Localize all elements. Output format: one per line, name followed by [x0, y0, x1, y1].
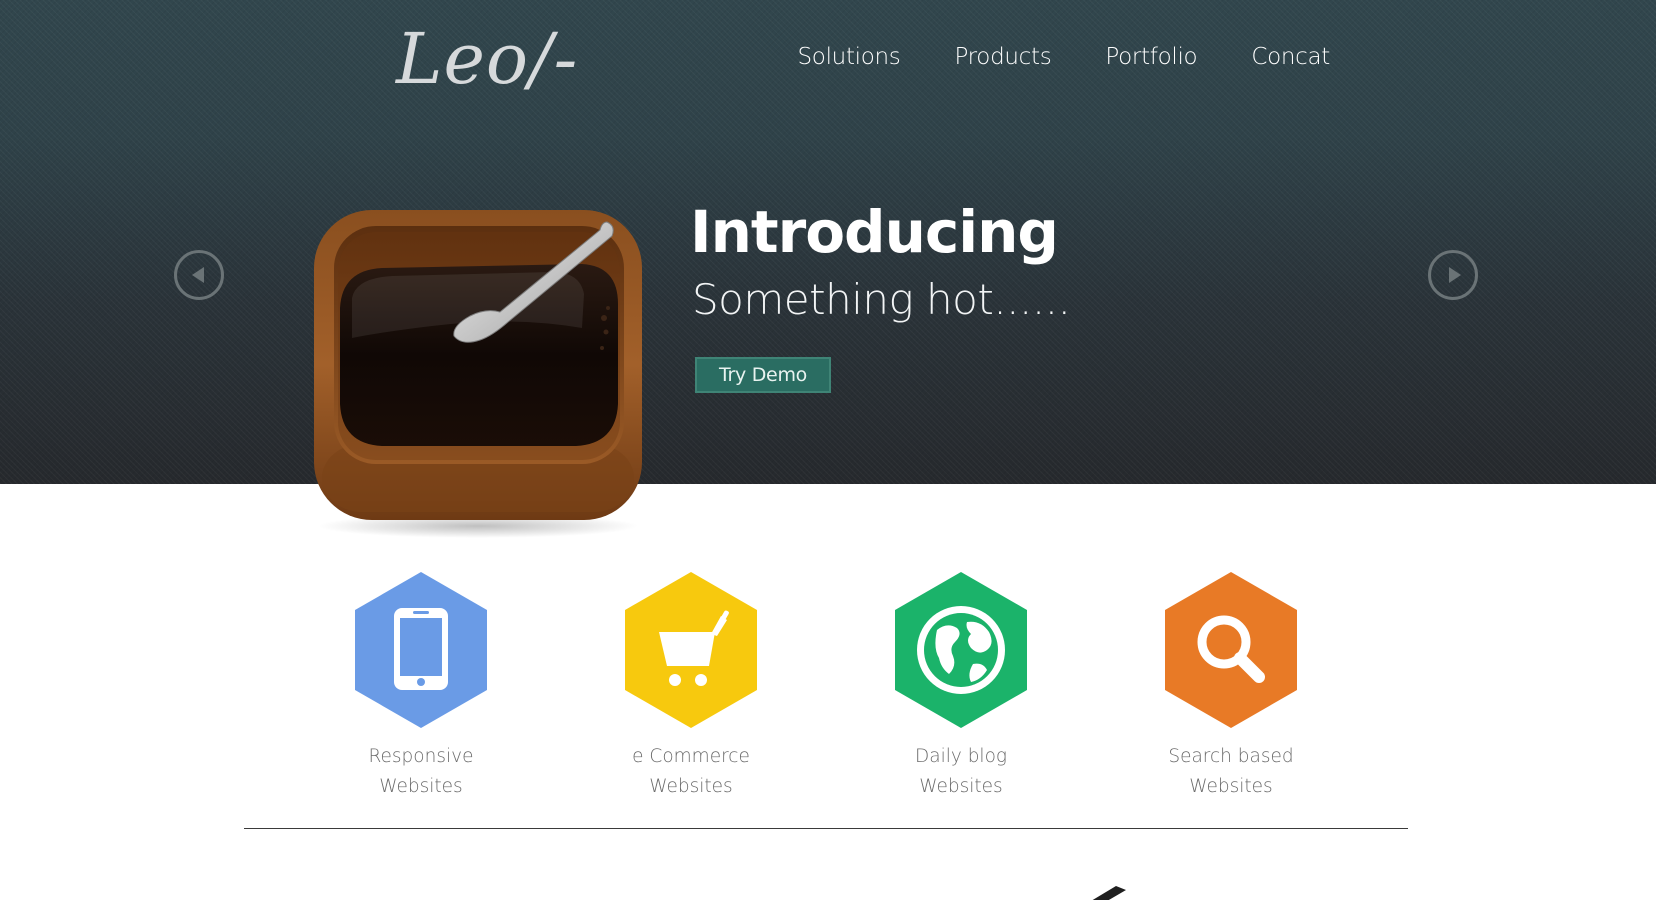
- site-logo[interactable]: Leo/-: [396, 18, 578, 100]
- service-label-line1: e Commerce: [632, 746, 750, 767]
- next-arrow-icon: [1449, 267, 1461, 283]
- nav-item-portfolio[interactable]: Portfolio: [1105, 44, 1197, 70]
- slider-prev-button[interactable]: [174, 250, 224, 300]
- smartphone-icon: [394, 608, 448, 690]
- service-label-line2: Websites: [379, 776, 463, 797]
- service-label: Daily blog Websites: [861, 742, 1061, 802]
- landing-page: Leo/- Solutions Products Portfolio Conca…: [0, 0, 1656, 900]
- hexagon-badge: [355, 572, 487, 728]
- slider-next-button[interactable]: [1428, 250, 1478, 300]
- hexagon-badge: [1165, 572, 1297, 728]
- hexagon-badge: [895, 572, 1027, 728]
- coffee-box-icon: [314, 210, 642, 538]
- service-search[interactable]: Search based Websites: [1131, 570, 1331, 802]
- nav-item-products[interactable]: Products: [954, 44, 1051, 70]
- service-responsive[interactable]: Responsive Websites: [321, 570, 521, 802]
- globe-icon: [917, 606, 1005, 694]
- nav-item-solutions[interactable]: Solutions: [798, 44, 901, 70]
- hero-banner: Leo/- Solutions Products Portfolio Conca…: [0, 0, 1656, 484]
- service-label-line2: Websites: [1189, 776, 1273, 797]
- service-ecommerce[interactable]: e Commerce Websites: [591, 570, 791, 802]
- service-label: e Commerce Websites: [591, 742, 791, 802]
- service-label: Search based Websites: [1131, 742, 1331, 802]
- device-peek-image: [1092, 886, 1126, 900]
- service-label-line2: Websites: [919, 776, 1003, 797]
- service-label-line1: Responsive: [368, 746, 474, 767]
- service-label: Responsive Websites: [321, 742, 521, 802]
- hexagon-badge: [625, 572, 757, 728]
- service-label-line1: Daily blog: [915, 746, 1007, 767]
- service-label-line2: Websites: [649, 776, 733, 797]
- hero-headline: Introducing: [690, 198, 1059, 266]
- try-demo-button[interactable]: Try Demo: [695, 357, 831, 393]
- service-daily-blog[interactable]: Daily blog Websites: [861, 570, 1061, 802]
- section-divider: [244, 828, 1408, 829]
- hero-subline: Something hot......: [692, 275, 1071, 324]
- nav-item-concat[interactable]: Concat: [1251, 44, 1330, 70]
- main-nav: Solutions Products Portfolio Concat: [798, 44, 1331, 70]
- service-label-line1: Search based: [1168, 746, 1294, 767]
- prev-arrow-icon: [192, 267, 204, 283]
